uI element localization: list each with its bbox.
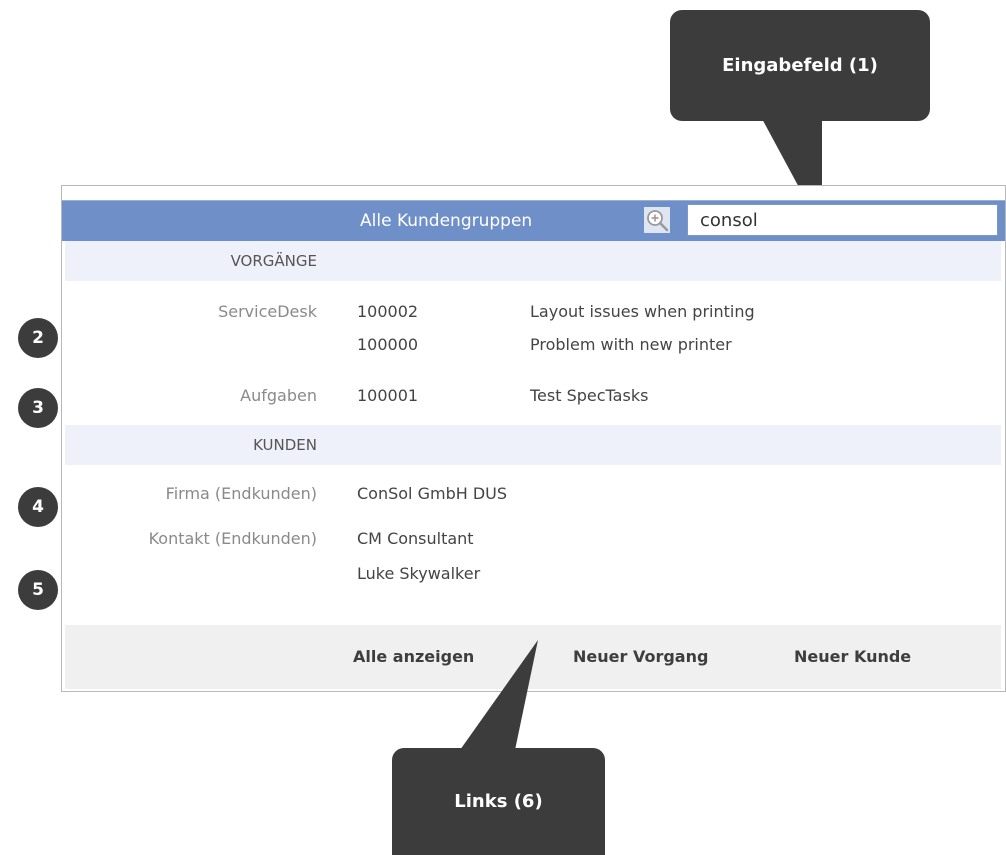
result-row-contact[interactable]: Luke Skywalker [65,559,1001,589]
category-label: ServiceDesk [218,302,317,321]
new-ticket-link[interactable]: Neuer Vorgang [573,625,708,689]
result-row-ticket[interactable]: Aufgaben 100001 Test SpecTasks [65,381,1001,411]
marker-4: 4 [18,487,58,527]
search-results-panel: VORGÄNGE ServiceDesk 100002 Layout issue… [65,241,1001,689]
result-row-contact[interactable]: Kontakt (Endkunden) CM Consultant [65,524,1001,554]
result-row-company[interactable]: Firma (Endkunden) ConSol GmbH DUS [65,479,1001,509]
marker-3: 3 [18,388,58,428]
section-header-customers: KUNDEN [65,425,1001,465]
ticket-id[interactable]: 100000 [357,330,418,360]
new-customer-link[interactable]: Neuer Kunde [794,625,911,689]
search-header: Alle Kundengruppen [62,200,1005,241]
ticket-subject[interactable]: Layout issues when printing [530,297,755,327]
section-title: VORGÄNGE [230,252,317,270]
callout-input-label: Eingabefeld (1) [722,55,878,76]
ticket-id[interactable]: 100001 [357,381,418,411]
result-row-ticket[interactable]: ServiceDesk 100002 Layout issues when pr… [65,297,1001,327]
category-label: Aufgaben [240,386,317,405]
zoom-in-icon[interactable] [644,207,670,233]
section-title: KUNDEN [253,436,317,454]
callout-links-pointer [460,640,538,750]
customer-group-selector[interactable]: Alle Kundengruppen [360,201,532,241]
show-all-link[interactable]: Alle anzeigen [353,625,474,689]
ticket-id[interactable]: 100002 [357,297,418,327]
marker-5: 5 [18,570,58,610]
category-label: Kontakt (Endkunden) [148,529,317,548]
customer-name[interactable]: CM Consultant [357,524,474,554]
callout-links: Links (6) [392,748,605,855]
customer-name[interactable]: Luke Skywalker [357,559,480,589]
section-header-tickets: VORGÄNGE [65,241,1001,281]
ticket-subject[interactable]: Test SpecTasks [530,381,648,411]
search-input[interactable] [687,204,998,236]
category-label: Firma (Endkunden) [165,484,317,503]
quick-search-widget: Alle Kundengruppen VORGÄNGE ServiceDesk … [61,185,1006,692]
ticket-subject[interactable]: Problem with new printer [530,330,732,360]
callout-links-label: Links (6) [454,791,543,812]
marker-2: 2 [18,318,58,358]
result-row-ticket[interactable]: 100000 Problem with new printer [65,330,1001,360]
customer-name[interactable]: ConSol GmbH DUS [357,479,507,509]
callout-input-field: Eingabefeld (1) [670,10,930,121]
